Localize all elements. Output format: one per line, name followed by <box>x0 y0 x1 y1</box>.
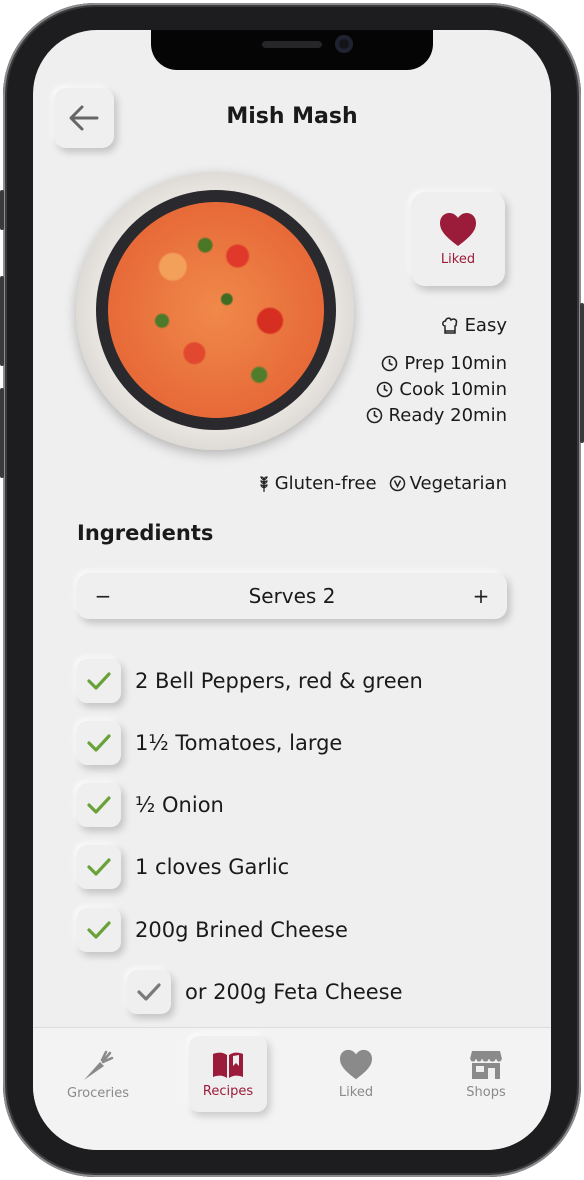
ingredient-row: ½ Onion <box>77 780 224 830</box>
checkmark-icon <box>87 796 111 814</box>
tab-groceries[interactable]: Groceries <box>59 1036 137 1112</box>
notch <box>151 30 433 70</box>
ingredient-row: 2 Bell Peppers, red & green <box>77 656 423 706</box>
ingredient-label: 1½ Tomatoes, large <box>135 731 343 755</box>
heart-icon <box>440 212 476 246</box>
serves-stepper: − Serves 2 + <box>77 573 507 619</box>
tab-label: Liked <box>338 1084 374 1100</box>
tab-bar: Groceries Recipes Liked Shops <box>33 1027 551 1150</box>
difficulty: Easy <box>441 315 507 336</box>
chef-hat-icon <box>441 316 457 334</box>
ingredient-row: 1½ Tomatoes, large <box>77 718 342 768</box>
volume-down-button <box>0 388 4 478</box>
ingredient-label: 200g Brined Cheese <box>135 918 348 942</box>
volume-up-button <box>0 276 4 366</box>
prep-time: Prep 10min <box>381 353 507 374</box>
checkmark-icon <box>87 921 111 939</box>
ingredient-checkbox[interactable] <box>127 970 171 1014</box>
tag-vegetarian: Vegetarian <box>389 473 507 494</box>
ingredient-label: 1 cloves Garlic <box>135 855 290 879</box>
tab-label: Recipes <box>202 1083 254 1099</box>
tag-label: Gluten-free <box>274 473 377 494</box>
checkmark-icon <box>87 672 111 690</box>
speaker-grille <box>262 41 322 48</box>
ingredient-checkbox[interactable] <box>77 845 121 889</box>
heart-icon <box>340 1049 372 1079</box>
wheat-icon <box>260 475 268 492</box>
increase-servings-button[interactable]: + <box>469 584 493 608</box>
serves-label: Serves 2 <box>248 584 336 608</box>
store-icon <box>469 1050 503 1079</box>
tag-gluten-free: Gluten-free <box>257 473 377 494</box>
book-icon <box>213 1052 243 1078</box>
clock-icon <box>366 407 382 424</box>
checkmark-icon <box>137 983 161 1001</box>
ready-time: Ready 20min <box>366 405 507 426</box>
tab-label: Groceries <box>67 1085 129 1101</box>
ingredient-label: or 200g Feta Cheese <box>185 980 403 1004</box>
tab-recipes[interactable]: Recipes <box>189 1036 267 1112</box>
dish-photo <box>76 172 354 450</box>
ingredient-checkbox[interactable] <box>77 908 121 952</box>
ingredient-checkbox[interactable] <box>77 783 121 827</box>
decrease-servings-button[interactable]: − <box>91 584 115 608</box>
clock-icon <box>382 355 398 372</box>
like-button[interactable]: Liked <box>411 192 505 286</box>
app-screen: Mish Mash Liked Easy Prep 10min Cook 10m… <box>33 30 551 1150</box>
ingredient-label: 2 Bell Peppers, red & green <box>135 669 423 693</box>
checkmark-icon <box>87 858 111 876</box>
cook-label: Cook 10min <box>399 379 507 400</box>
power-button <box>580 303 584 443</box>
tag-label: Vegetarian <box>409 473 507 494</box>
page-title: Mish Mash <box>226 104 358 129</box>
cook-time: Cook 10min <box>376 379 507 400</box>
ingredient-alternative-row: or 200g Feta Cheese <box>127 967 403 1017</box>
tab-shops[interactable]: Shops <box>447 1036 525 1112</box>
diet-tags: Gluten-free Vegetarian <box>257 473 507 494</box>
ingredient-row: 200g Brined Cheese <box>77 905 348 955</box>
ingredient-row: 1 cloves Garlic <box>77 842 289 892</box>
clock-icon <box>377 381 393 398</box>
checkmark-icon <box>87 734 111 752</box>
ingredient-checkbox[interactable] <box>77 659 121 703</box>
carrot-icon <box>84 1050 114 1080</box>
silent-switch <box>0 190 4 230</box>
front-camera <box>335 35 353 53</box>
ingredients-heading: Ingredients <box>77 521 214 545</box>
prep-label: Prep 10min <box>404 353 507 374</box>
vegetarian-icon <box>389 475 405 492</box>
difficulty-label: Easy <box>464 315 507 336</box>
ready-label: Ready 20min <box>388 405 507 426</box>
like-label: Liked <box>440 251 476 267</box>
tab-label: Shops <box>466 1084 506 1100</box>
tab-liked[interactable]: Liked <box>317 1036 395 1112</box>
ingredient-label: ½ Onion <box>135 793 224 817</box>
ingredient-checkbox[interactable] <box>77 721 121 765</box>
